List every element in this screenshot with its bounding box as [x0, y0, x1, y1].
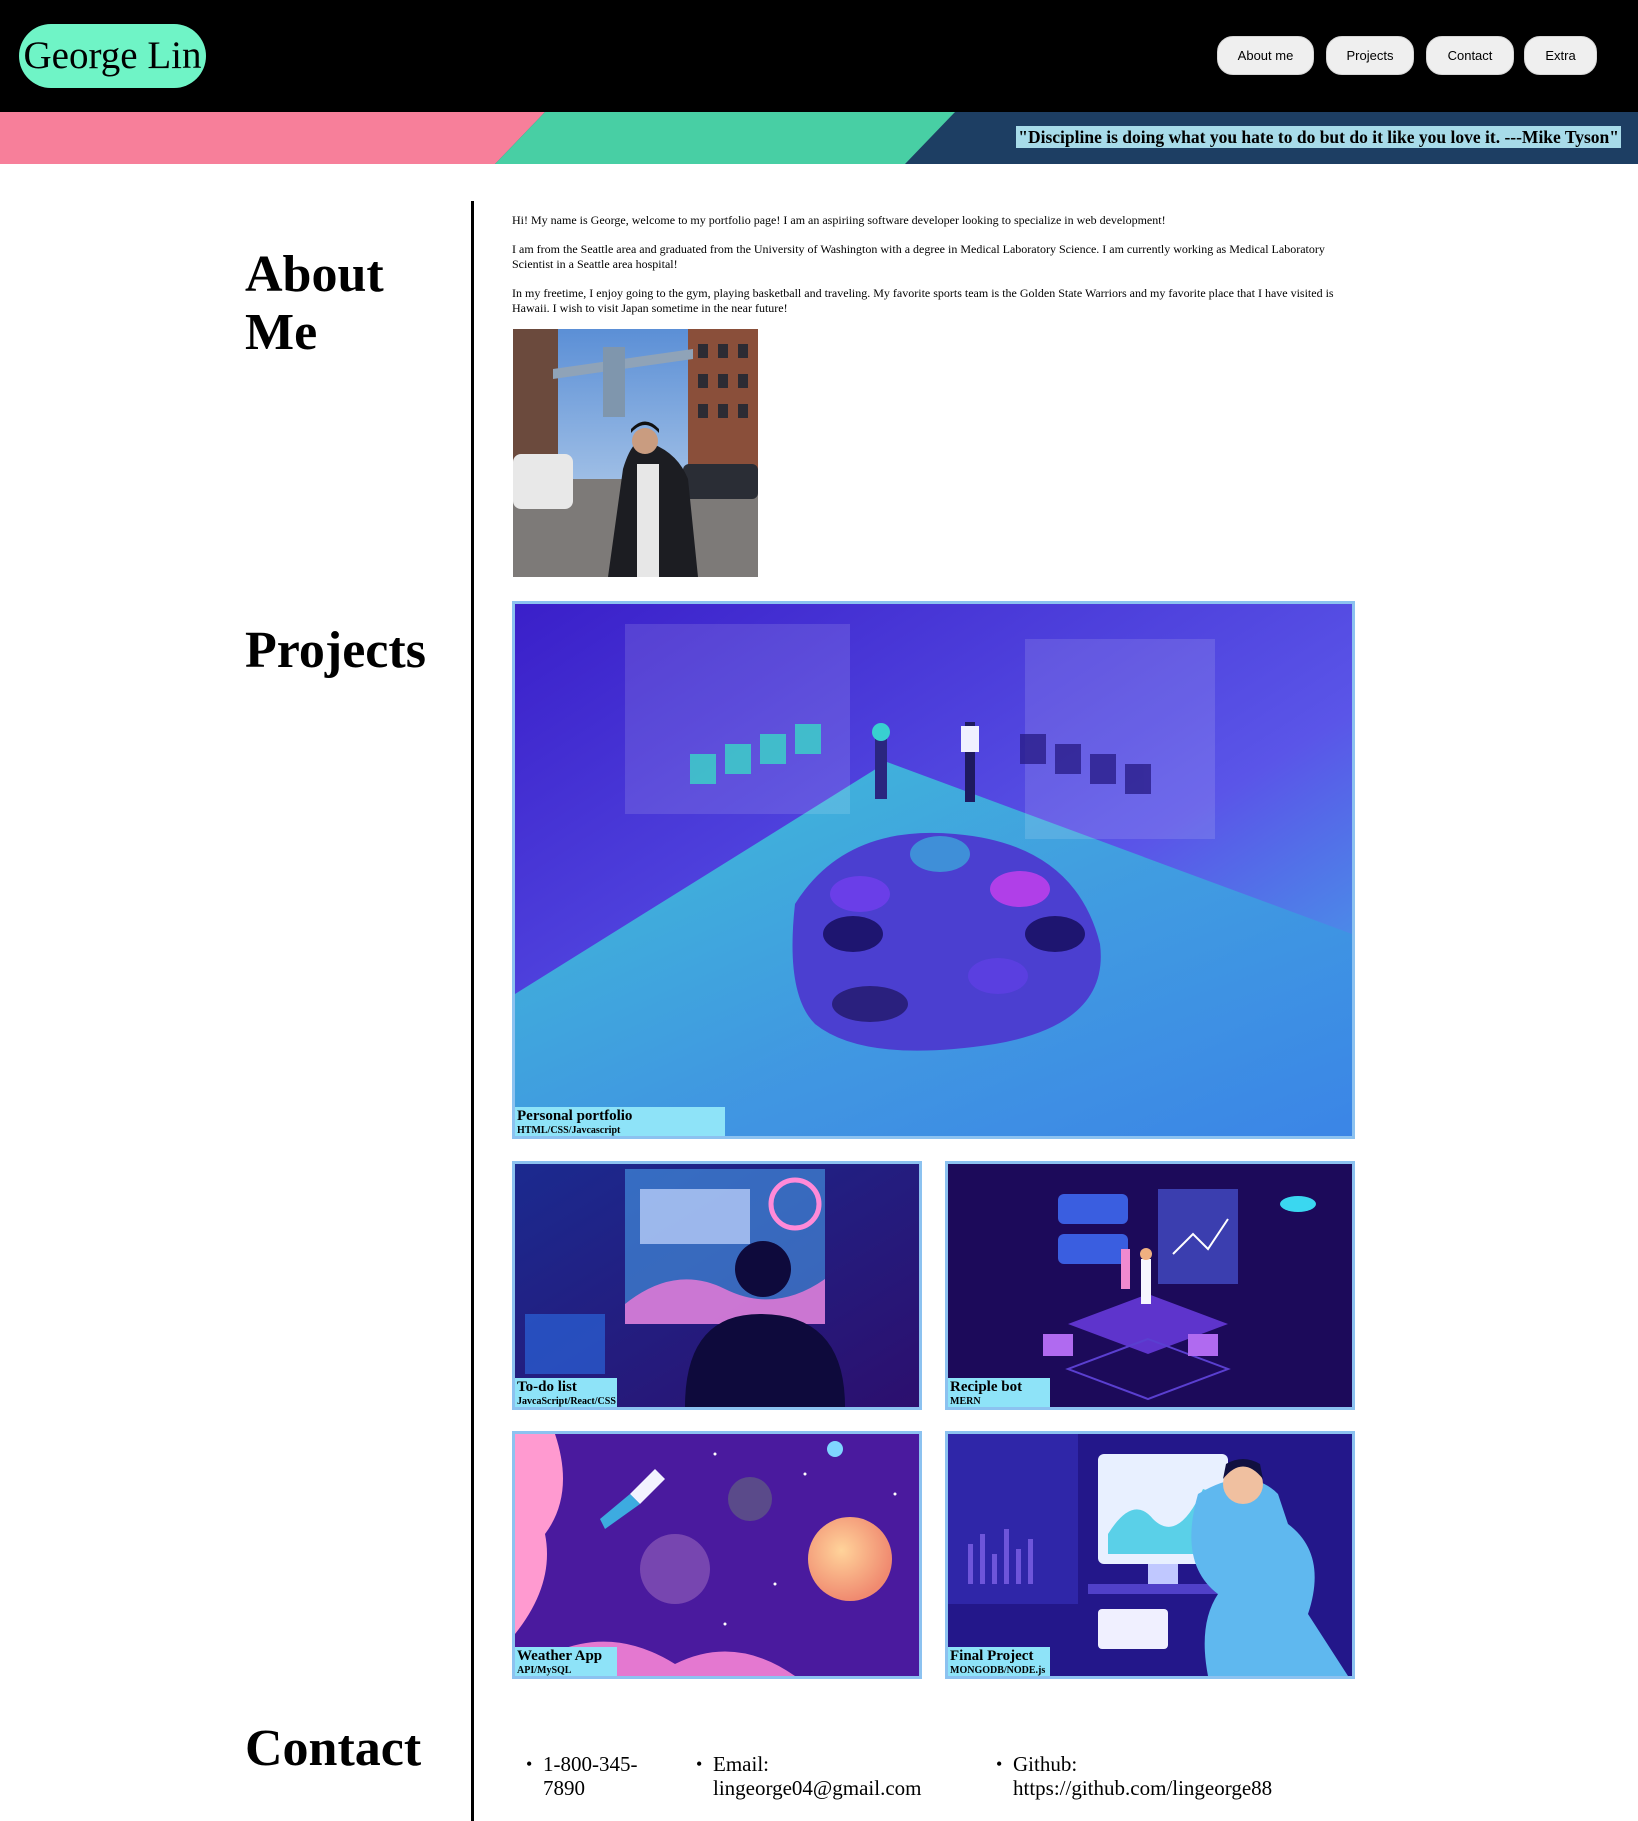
projects-heading: Projects	[245, 622, 426, 679]
project-label: To-do list JavcaScript/React/CSS	[515, 1378, 617, 1407]
nav-contact-button[interactable]: Contact	[1426, 36, 1514, 75]
project-name: Weather App	[517, 1648, 603, 1664]
project-tech: MERN	[950, 1396, 981, 1407]
banner-quote: "Discipline is doing what you hate to do…	[1016, 126, 1621, 148]
project-card-to-do-list[interactable]: To-do list JavcaScript/React/CSS	[512, 1161, 922, 1410]
site-logo[interactable]: George Lin	[19, 24, 206, 88]
project-tech: HTML/CSS/Javcascript	[517, 1125, 621, 1136]
profile-photo-illustration	[513, 329, 758, 577]
project-card-reciple-bot[interactable]: Reciple bot MERN	[945, 1161, 1355, 1410]
nav-projects-button[interactable]: Projects	[1326, 36, 1414, 75]
project-name: Personal portfolio	[517, 1108, 633, 1124]
project-label: Reciple bot MERN	[948, 1378, 1050, 1407]
contact-phone[interactable]: 1-800-345-7890	[526, 1752, 663, 1800]
profile-photo	[513, 329, 758, 577]
project-name: Reciple bot	[950, 1379, 1023, 1395]
project-name: Final Project	[950, 1648, 1034, 1664]
project-card-personal-portfolio[interactable]: Personal portfolio HTML/CSS/Javcascript	[512, 601, 1355, 1139]
project-card-weather-app[interactable]: Weather App API/MySQL	[512, 1431, 922, 1679]
about-paragraph: Hi! My name is George, welcome to my por…	[512, 213, 1166, 227]
nav-extra-button[interactable]: Extra	[1524, 36, 1597, 75]
project-illustration	[515, 1164, 919, 1407]
project-name: To-do list	[517, 1379, 577, 1395]
project-tech: MONGODB/NODE.js	[950, 1665, 1046, 1676]
project-label: Final Project MONGODB/NODE.js	[948, 1647, 1050, 1676]
project-label: Personal portfolio HTML/CSS/Javcascript	[515, 1107, 725, 1136]
project-tech: JavcaScript/React/CSS	[517, 1396, 616, 1407]
about-heading: About Me	[245, 246, 384, 361]
site-header: George Lin About me Projects Contact Ext…	[0, 0, 1638, 112]
quote-banner: "Discipline is doing what you hate to do…	[0, 112, 1638, 164]
project-illustration	[948, 1434, 1352, 1676]
about-paragraph: I am from the Seattle area and graduated…	[512, 242, 1325, 271]
project-illustration	[948, 1164, 1352, 1407]
project-tech: API/MySQL	[517, 1665, 572, 1676]
nav-about-me-button[interactable]: About me	[1217, 36, 1314, 75]
section-divider	[471, 201, 474, 1821]
contact-github[interactable]: Github: https://github.com/lingeorge88	[996, 1752, 1333, 1800]
project-label: Weather App API/MySQL	[515, 1647, 617, 1676]
project-illustration	[515, 604, 1352, 1136]
about-text: Hi! My name is George, welcome to my por…	[512, 213, 1352, 330]
contact-email[interactable]: Email: lingeorge04@gmail.com	[696, 1752, 953, 1800]
project-illustration	[515, 1434, 919, 1676]
project-card-final-project[interactable]: Final Project MONGODB/NODE.js	[945, 1431, 1355, 1679]
about-paragraph: In my freetime, I enjoy going to the gym…	[512, 286, 1334, 315]
contact-heading: Contact	[245, 1720, 422, 1777]
